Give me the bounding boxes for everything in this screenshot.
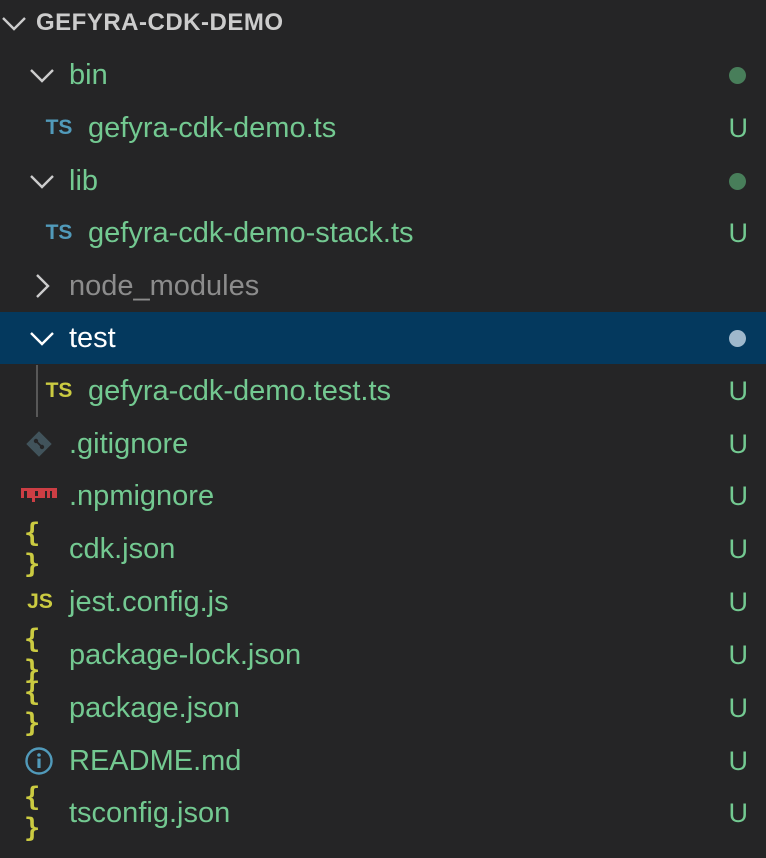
tree-file-gefyra-cdk-demo-test-ts[interactable]: TS gefyra-cdk-demo.test.ts U	[0, 365, 766, 417]
chevron-down-icon	[30, 332, 54, 346]
git-status-dot	[729, 330, 746, 347]
ts-test-icon: TS	[45, 379, 73, 402]
tree-folder-node-modules[interactable]: node_modules	[0, 260, 766, 312]
tree-file-readme-md[interactable]: README.md U	[0, 735, 766, 787]
json-icon: { }	[24, 782, 41, 844]
tree-file-gitignore[interactable]: .gitignore U	[0, 418, 766, 470]
ts-icon: TS	[45, 116, 73, 139]
tree-file-package-json[interactable]: { } package.json U	[0, 677, 766, 739]
json-icon: { }	[24, 518, 41, 580]
tree-file-package-lock-json[interactable]: { } package-lock.json U	[0, 624, 766, 686]
git-status-untracked: U	[728, 587, 749, 617]
tree-item-label: bin	[69, 59, 108, 91]
git-status-untracked: U	[728, 534, 749, 564]
chevron-down-icon	[30, 175, 54, 189]
json-icon: { }	[24, 677, 41, 739]
git-status-untracked: U	[728, 798, 749, 828]
tree-item-label: package.json	[69, 692, 240, 724]
tree-item-label: package-lock.json	[69, 639, 302, 671]
info-icon	[25, 747, 53, 775]
tree-item-label: gefyra-cdk-demo-stack.ts	[88, 217, 414, 249]
git-status-untracked: U	[728, 746, 749, 776]
tree-item-label: README.md	[69, 745, 242, 777]
git-status-untracked: U	[728, 218, 749, 248]
tree-item-label: .gitignore	[69, 428, 189, 460]
git-status-untracked: U	[728, 113, 749, 143]
git-status-dot	[729, 67, 746, 84]
npm-icon	[21, 488, 57, 502]
tree-file-cdk-json[interactable]: { } cdk.json U	[0, 518, 766, 580]
tree-item-label: gefyra-cdk-demo.ts	[88, 112, 337, 144]
tree-folder-test[interactable]: test	[0, 312, 766, 364]
tree-item-label: tsconfig.json	[69, 797, 231, 829]
explorer-title: GEFYRA-CDK-DEMO	[36, 9, 284, 36]
tree-file-gefyra-cdk-demo-ts[interactable]: TS gefyra-cdk-demo.ts U	[0, 102, 766, 154]
explorer-section-header[interactable]: GEFYRA-CDK-DEMO	[0, 0, 766, 46]
tree-file-jest-config-js[interactable]: JS jest.config.js U	[0, 576, 766, 628]
tree-item-label: .npmignore	[69, 480, 215, 512]
json-icon: { }	[24, 624, 41, 686]
git-status-untracked: U	[728, 693, 749, 723]
tree-item-label: test	[69, 322, 116, 354]
tree-item-label: cdk.json	[69, 533, 176, 565]
chevron-right-icon	[36, 274, 50, 298]
tree-item-label: node_modules	[69, 270, 260, 302]
js-icon: JS	[27, 590, 53, 613]
tree-file-gefyra-cdk-demo-stack-ts[interactable]: TS gefyra-cdk-demo-stack.ts U	[0, 207, 766, 259]
git-status-untracked: U	[728, 481, 749, 511]
file-explorer: GEFYRA-CDK-DEMO bin TS gefyra-cdk-demo.t…	[0, 0, 766, 858]
git-status-untracked: U	[728, 376, 749, 406]
git-status-untracked: U	[728, 429, 749, 459]
tree-folder-bin[interactable]: bin	[0, 49, 766, 101]
tree-folder-lib[interactable]: lib	[0, 155, 766, 207]
chevron-down-icon	[30, 69, 54, 83]
tree-item-label: jest.config.js	[69, 586, 229, 618]
git-status-dot	[729, 173, 746, 190]
tree-item-label: lib	[69, 165, 99, 197]
tree-file-npmignore[interactable]: .npmignore U	[0, 470, 766, 522]
ts-icon: TS	[45, 221, 73, 244]
chevron-down-icon[interactable]	[0, 8, 28, 38]
tree-item-label: gefyra-cdk-demo.test.ts	[88, 375, 391, 407]
git-icon	[26, 431, 52, 457]
git-status-untracked: U	[728, 640, 749, 670]
tree-file-tsconfig-json[interactable]: { } tsconfig.json U	[0, 782, 766, 844]
